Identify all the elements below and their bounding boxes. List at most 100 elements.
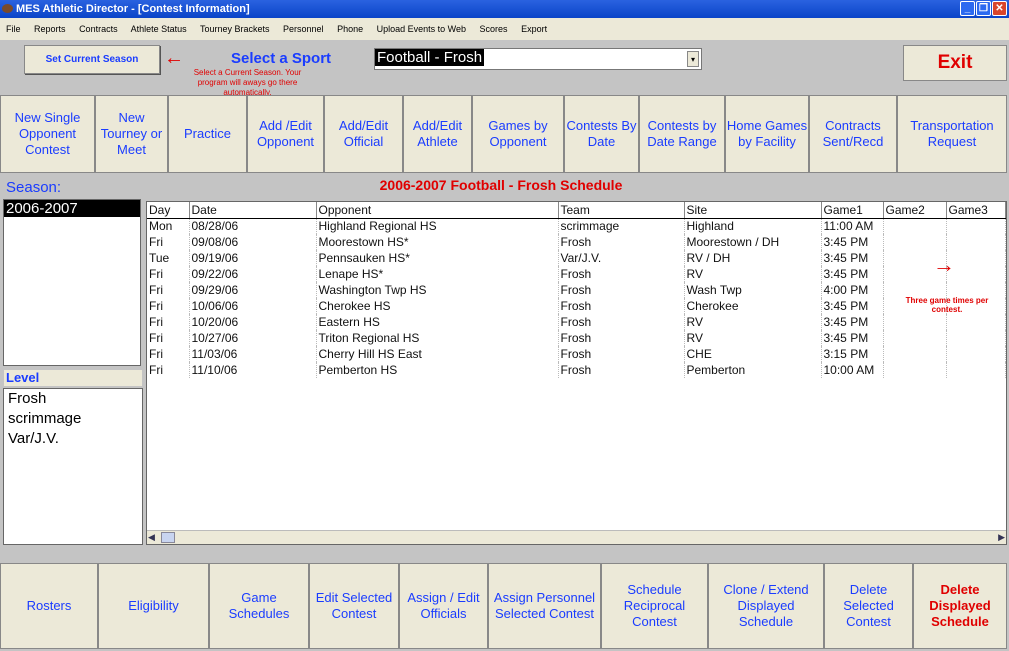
title-bar: MES Athletic Director - [Contest Informa… <box>0 0 1009 18</box>
scrollbar-thumb[interactable] <box>161 532 175 543</box>
arrow-right-icon: → <box>933 252 955 277</box>
cell-opponent: Moorestown HS* <box>316 234 559 250</box>
cell-opponent: Lenape HS* <box>316 266 559 282</box>
cell-team: Frosh <box>558 314 685 330</box>
cell-site: Wash Twp <box>684 282 822 298</box>
cell-site: RV <box>684 330 822 346</box>
cell-date: 09/19/06 <box>189 250 317 266</box>
bottom-button-delete-selected-contest[interactable]: Delete Selected Contest <box>824 563 913 649</box>
table-row[interactable]: Fri 11/10/06 Pemberton HS Frosh Pemberton 10:… <box>147 362 1006 378</box>
season-item[interactable]: 2006-2007 <box>4 200 140 217</box>
table-row[interactable]: Fri 09/08/06 Moorestown HS* Frosh Moorestown… <box>147 234 1006 250</box>
cell-site: Moorestown / DH <box>684 234 822 250</box>
bottom-button-clone-extend-displayed-schedule[interactable]: Clone / Extend Displayed Schedule <box>708 563 824 649</box>
cell-opponent: Highland Regional HS <box>316 218 559 234</box>
schedule-title: 2006-2007 Football - Frosh Schedule <box>379 177 623 193</box>
column-header-game3[interactable]: Game3 <box>946 202 1006 219</box>
menu-phone[interactable]: Phone <box>337 24 363 34</box>
toolbar-button-practice[interactable]: Practice <box>168 95 247 173</box>
cell-team: Frosh <box>558 282 685 298</box>
toolbar-button-contests-by-date[interactable]: Contests By Date <box>564 95 639 173</box>
column-header-opponent[interactable]: Opponent <box>316 202 559 219</box>
cell-day: Fri <box>147 346 190 362</box>
toolbar-button-contracts-sent-recd[interactable]: Contracts Sent/Recd <box>809 95 897 173</box>
table-row[interactable]: Fri 11/03/06 Cherry Hill HS East Frosh CHE 3:… <box>147 346 1006 362</box>
cell-opponent: Cherry Hill HS East <box>316 346 559 362</box>
bottom-button-assign-edit-officials[interactable]: Assign / Edit Officials <box>399 563 488 649</box>
column-header-day[interactable]: Day <box>147 202 190 219</box>
bottom-button-rosters[interactable]: Rosters <box>0 563 98 649</box>
cell-site: CHE <box>684 346 822 362</box>
menu-personnel[interactable]: Personnel <box>283 24 324 34</box>
cell-team: scrimmage <box>558 218 685 234</box>
arrow-left-icon: ← <box>164 47 184 69</box>
menu-contracts[interactable]: Contracts <box>79 24 118 34</box>
toolbar-button-add-edit-official[interactable]: Add/Edit Official <box>324 95 403 173</box>
restore-button[interactable]: ❐ <box>976 1 991 16</box>
menu-file[interactable]: File <box>6 24 21 34</box>
horizontal-scrollbar[interactable]: ◀ ▶ <box>147 530 1006 544</box>
bottom-button-eligibility[interactable]: Eligibility <box>98 563 209 649</box>
toolbar-button-new-tourney-or-meet[interactable]: New Tourney or Meet <box>95 95 168 173</box>
bottom-button-edit-selected-contest[interactable]: Edit Selected Contest <box>309 563 399 649</box>
table-row[interactable]: Mon 08/28/06 Highland Regional HS scrimmage… <box>147 218 1006 234</box>
menu-scores[interactable]: Scores <box>480 24 508 34</box>
cell-team: Var/J.V. <box>558 250 685 266</box>
cell-game2 <box>883 346 947 362</box>
season-note: Select a Current Season. Your program wi… <box>193 68 302 97</box>
cell-game2 <box>883 314 947 330</box>
toolbar-button-add-edit-athlete[interactable]: Add/Edit Athlete <box>403 95 472 173</box>
bottom-button-game-schedules[interactable]: Game Schedules <box>209 563 309 649</box>
menu-reports[interactable]: Reports <box>34 24 66 34</box>
table-row[interactable]: Fri 09/29/06 Washington Twp HS Frosh Wash Tw… <box>147 282 1006 298</box>
toolbar-button-add-edit-opponent[interactable]: Add /Edit Opponent <box>247 95 324 173</box>
bottom-button-delete-displayed-schedule[interactable]: Delete Displayed Schedule <box>913 563 1007 649</box>
menu-bar: File Reports Contracts Athlete Status To… <box>0 18 1009 40</box>
cell-game3 <box>946 362 1006 378</box>
column-header-date[interactable]: Date <box>189 202 317 219</box>
table-row[interactable]: Fri 10/06/06 Cherokee HS Frosh Cherokee 3:45 … <box>147 298 1006 314</box>
column-header-team[interactable]: Team <box>558 202 685 219</box>
cell-game3 <box>946 234 1006 250</box>
scroll-left-icon[interactable]: ◀ <box>148 532 155 543</box>
bottom-button-assign-personnel-selected-contest[interactable]: Assign Personnel Selected Contest <box>488 563 601 649</box>
cell-opponent: Pemberton HS <box>316 362 559 378</box>
table-row[interactable]: Fri 10/27/06 Triton Regional HS Frosh RV 3:45… <box>147 330 1006 346</box>
table-row[interactable]: Tue 09/19/06 Pennsauken HS* Var/J.V. RV / DH… <box>147 250 1006 266</box>
menu-upload-events[interactable]: Upload Events to Web <box>377 24 466 34</box>
minimize-button[interactable]: _ <box>960 1 975 16</box>
level-item[interactable]: scrimmage <box>8 409 142 429</box>
cell-date: 09/08/06 <box>189 234 317 250</box>
column-header-game1[interactable]: Game1 <box>821 202 884 219</box>
cell-game2 <box>883 362 947 378</box>
level-item[interactable]: Frosh <box>8 389 142 409</box>
cell-site: Pemberton <box>684 362 822 378</box>
exit-button[interactable]: Exit <box>903 45 1007 81</box>
cell-day: Tue <box>147 250 190 266</box>
table-row[interactable]: Fri 09/22/06 Lenape HS* Frosh RV 3:45 PM <box>147 266 1006 282</box>
sport-select[interactable]: Football - Frosh ▾ <box>374 48 702 70</box>
column-header-site[interactable]: Site <box>684 202 822 219</box>
column-header-game2[interactable]: Game2 <box>883 202 947 219</box>
cell-game2 <box>883 234 947 250</box>
scroll-right-icon[interactable]: ▶ <box>998 532 1005 543</box>
toolbar-button-home-games-by-facility[interactable]: Home Games by Facility <box>725 95 809 173</box>
cell-opponent: Pennsauken HS* <box>316 250 559 266</box>
menu-tourney-brackets[interactable]: Tourney Brackets <box>200 24 270 34</box>
toolbar-button-new-single-opponent-contest[interactable]: New Single Opponent Contest <box>0 95 95 173</box>
cell-date: 11/03/06 <box>189 346 317 362</box>
cell-game1: 3:45 PM <box>821 314 884 330</box>
toolbar-button-contests-by-date-range[interactable]: Contests by Date Range <box>639 95 725 173</box>
table-row[interactable]: Fri 10/20/06 Eastern HS Frosh RV 3:45 PM <box>147 314 1006 330</box>
menu-export[interactable]: Export <box>521 24 547 34</box>
set-current-season-button[interactable]: Set Current Season <box>24 45 160 74</box>
level-item[interactable]: Var/J.V. <box>8 429 142 449</box>
bottom-button-schedule-reciprocal-contest[interactable]: Schedule Reciprocal Contest <box>601 563 708 649</box>
toolbar-button-transportation-request[interactable]: Transportation Request <box>897 95 1007 173</box>
close-button[interactable]: ✕ <box>992 1 1007 16</box>
toolbar-button-games-by-opponent[interactable]: Games by Opponent <box>472 95 564 173</box>
cell-game2 <box>883 330 947 346</box>
dropdown-arrow-icon[interactable]: ▾ <box>687 51 699 67</box>
cell-day: Fri <box>147 314 190 330</box>
menu-athlete-status[interactable]: Athlete Status <box>131 24 187 34</box>
